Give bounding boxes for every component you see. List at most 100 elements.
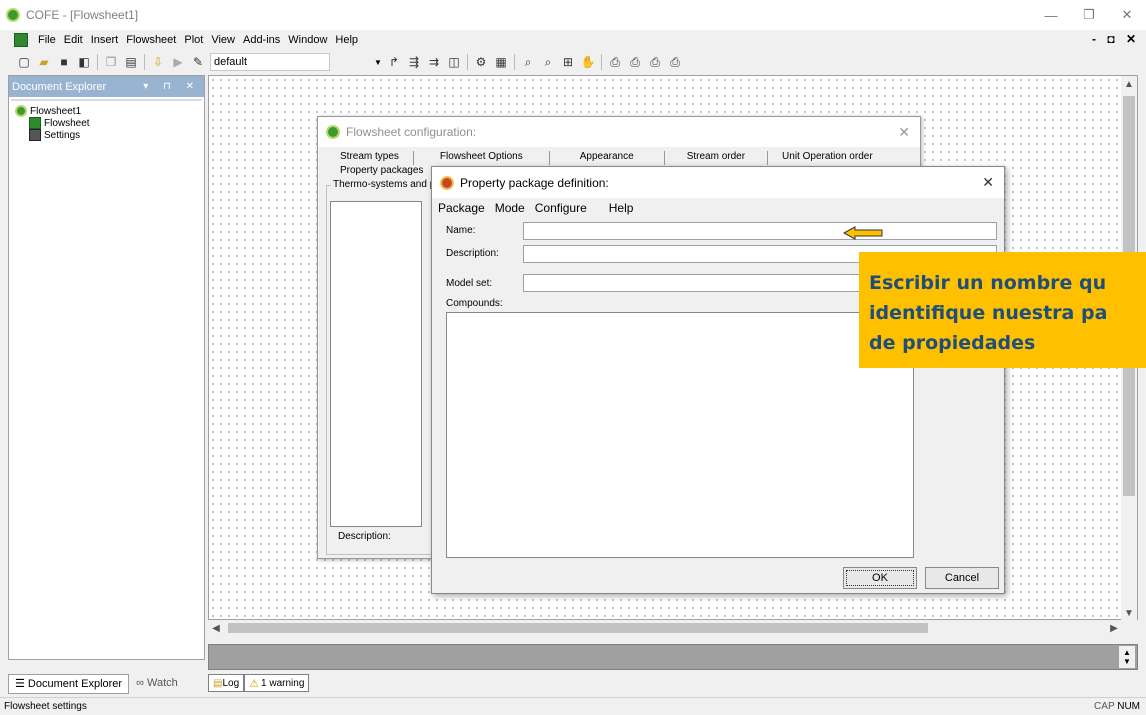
name-input[interactable] (523, 222, 997, 240)
log-spinner[interactable]: ▲ ▼ (1119, 646, 1135, 668)
unit-icon[interactable]: ◫ (446, 54, 462, 70)
horizontal-scrollbar[interactable]: ◀ ▶ (208, 620, 1138, 636)
minimize-button[interactable]: — (1032, 0, 1070, 30)
tree-item-label: Flowsheet1 (30, 105, 82, 117)
scroll-left-icon[interactable]: ◀ (208, 620, 224, 636)
scroll-up-icon[interactable]: ▲ (1121, 76, 1137, 92)
stream-split-icon[interactable]: ⇶ (406, 54, 422, 70)
menu-add-ins[interactable]: Add-ins (239, 34, 284, 46)
tab-watch[interactable]: ∞ Watch (129, 674, 185, 694)
stream-merge-icon[interactable]: ⇉ (426, 54, 442, 70)
print-all-icon[interactable]: ⎙ (667, 54, 683, 70)
menu-help[interactable]: Help (331, 34, 362, 46)
cancel-button[interactable]: Cancel (925, 567, 999, 589)
open-folder-icon[interactable]: ▰ (36, 54, 52, 70)
tab-unit-operation-order[interactable]: Unit Operation order (768, 151, 887, 165)
tree-item-flowsheet1[interactable]: Flowsheet1 (15, 105, 198, 117)
chevron-down-icon[interactable]: ▼ (372, 53, 384, 71)
mdi-controls[interactable]: - ◘ ✕ (1092, 32, 1140, 46)
tab-flowsheet-options[interactable]: Flowsheet Options (414, 151, 550, 165)
model-set-label: Model set: (446, 278, 493, 289)
name-label: Name: (446, 225, 476, 236)
zoom-fit-icon[interactable]: ⊞ (560, 54, 576, 70)
edit-pencil-icon[interactable]: ✎ (190, 54, 206, 70)
save-as-icon[interactable]: ◧ (76, 54, 92, 70)
tab-property-packages[interactable]: Property packages (326, 165, 437, 179)
menu-bar: File Edit Insert Flowsheet Plot View Add… (0, 30, 1146, 50)
pan-hand-icon[interactable]: ✋ (580, 54, 596, 70)
warning-icon: ⚠ (249, 677, 260, 690)
menu-view[interactable]: View (207, 34, 239, 46)
paste-icon[interactable]: ▤ (123, 54, 139, 70)
chevron-up-icon[interactable]: ▲ (1123, 648, 1131, 657)
chevron-down-icon[interactable]: ▼ (1123, 657, 1131, 666)
description-label: Description: (446, 248, 499, 259)
run-icon[interactable]: ▶ (170, 54, 186, 70)
status-bar: Flowsheet settings CAP NUM (0, 697, 1146, 715)
log-panel: ▲ ▼ (208, 644, 1138, 670)
scroll-right-icon[interactable]: ▶ (1106, 620, 1122, 636)
print-icon[interactable]: ⎙ (607, 54, 623, 70)
tab-stream-order[interactable]: Stream order (665, 151, 769, 165)
dialog-title-bar: Flowsheet configuration: ✕ (318, 117, 920, 147)
save-icon[interactable]: ■ (56, 54, 72, 70)
app-logo-icon (6, 8, 20, 22)
copy-icon[interactable]: ❐ (103, 54, 119, 70)
cofe-logo-icon (440, 175, 454, 190)
stream-icon[interactable]: ↱ (386, 54, 402, 70)
menu-window[interactable]: Window (284, 34, 331, 46)
flowsheet-root-icon (15, 105, 27, 117)
menu-insert[interactable]: Insert (87, 34, 123, 46)
tab-warnings[interactable]: ⚠ 1 warning (244, 674, 310, 692)
menu-plot[interactable]: Plot (180, 34, 207, 46)
menu-help[interactable]: Help (609, 201, 634, 215)
table-icon[interactable]: ▦ (493, 54, 509, 70)
caps-indicator: CAP (1094, 701, 1115, 712)
tab-document-explorer[interactable]: ☰ Document Explorer (8, 674, 130, 694)
close-icon[interactable]: ✕ (982, 174, 994, 191)
tab-appearance[interactable]: Appearance (550, 151, 665, 165)
restore-button[interactable]: ❐ (1070, 0, 1108, 30)
tab-label: 1 warning (261, 677, 305, 689)
arrow-left-icon (843, 226, 883, 240)
explorer-title: Document Explorer (12, 80, 107, 93)
gear-icon[interactable]: ⚙ (473, 54, 489, 70)
tree-item-flowsheet[interactable]: Flowsheet (15, 117, 198, 129)
tree-item-label: Settings (44, 129, 81, 141)
keyboard-indicators: CAP NUM (1094, 701, 1140, 712)
tab-stream-types[interactable]: Stream types (326, 151, 414, 165)
menu-file[interactable]: File (34, 34, 60, 46)
dialog-title-bar: Property package definition: ✕ (432, 167, 1004, 198)
menu-mode[interactable]: Mode (495, 201, 525, 215)
document-explorer-panel: Document Explorer ▾ ⊓ ✕ Flowsheet1 Flows… (8, 75, 205, 660)
menu-flowsheet[interactable]: Flowsheet (122, 34, 180, 46)
scroll-down-icon[interactable]: ▼ (1121, 605, 1137, 621)
menu-package[interactable]: Package (438, 201, 485, 215)
close-icon[interactable]: ✕ (898, 124, 910, 141)
watch-icon: ∞ (136, 677, 147, 689)
menu-configure[interactable]: Configure (535, 201, 587, 215)
tree-item-settings[interactable]: Settings (15, 129, 198, 141)
compounds-list[interactable] (446, 312, 914, 558)
close-button[interactable]: ✕ (1108, 0, 1146, 30)
log-tabs: ▤ Log ⚠ 1 warning (208, 674, 310, 692)
property-combo[interactable]: default (210, 53, 330, 71)
zoom-in-icon[interactable]: ⌕ (520, 54, 536, 70)
new-file-icon[interactable]: ▢ (16, 54, 32, 70)
toolbar: ▢ ▰ ■ ◧ ❐ ▤ ⇩ ▶ ✎ default ▼ ↱ ⇶ ⇉ ◫ ⚙ ▦ … (0, 50, 1146, 74)
callout-text: Escribir un nombre qu identifique nuestr… (869, 272, 1108, 354)
document-icon[interactable] (14, 33, 28, 47)
property-package-list[interactable] (330, 201, 422, 527)
menu-edit[interactable]: Edit (60, 34, 87, 46)
explorer-header-controls[interactable]: ▾ ⊓ ✕ (143, 81, 200, 92)
ok-button[interactable]: OK (843, 567, 917, 589)
tab-label: Document Explorer (27, 678, 123, 690)
window-controls: — ❐ ✕ (1032, 0, 1146, 30)
tab-log[interactable]: ▤ Log (208, 674, 245, 692)
download-icon[interactable]: ⇩ (150, 54, 166, 70)
zoom-out-icon[interactable]: ⌕ (540, 54, 556, 70)
print-setup-icon[interactable]: ⎙ (647, 54, 663, 70)
scroll-thumb[interactable] (228, 623, 928, 633)
dialog-title: Flowsheet configuration: (346, 125, 477, 139)
print-preview-icon[interactable]: ⎙ (627, 54, 643, 70)
